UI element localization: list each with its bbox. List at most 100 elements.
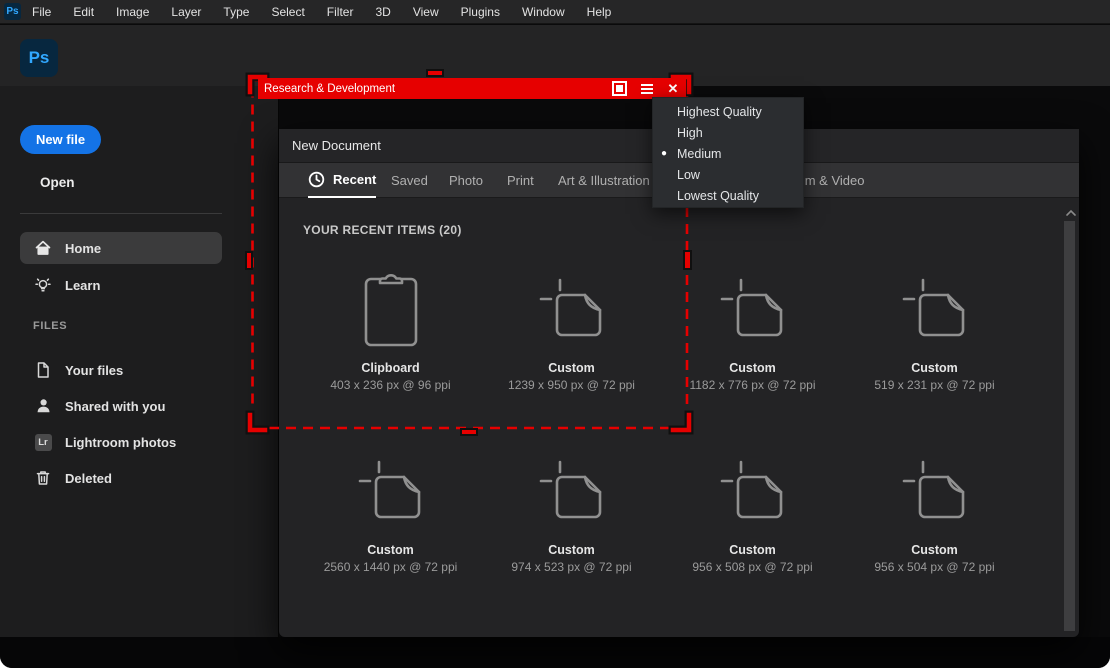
photoshop-window: Ps File Edit Image Layer Type Select Fil…: [0, 0, 1110, 668]
recent-item-name: Custom: [367, 542, 414, 559]
tab-art-illustration[interactable]: Art & Illustration: [558, 163, 650, 198]
menu-image[interactable]: Image: [105, 0, 160, 24]
recent-item-dimensions: 1239 x 950 px @ 72 ppi: [508, 377, 635, 394]
custom-document-icon: [720, 278, 786, 340]
tab-print[interactable]: Print: [507, 163, 534, 198]
recent-items-heading: YOUR RECENT ITEMS (20): [303, 223, 462, 237]
custom-document-icon: [539, 278, 605, 340]
custom-document-icon: [358, 460, 424, 522]
home-sidebar: New file Open Home Learn FILES Your file…: [0, 86, 278, 637]
tab-recent[interactable]: Recent: [308, 163, 376, 198]
capture-window-title: Research & Development: [264, 83, 608, 95]
recent-item-custom[interactable]: Custom 2560 x 1440 px @ 72 ppi: [300, 440, 481, 580]
recent-item-custom[interactable]: Custom 1182 x 776 px @ 72 ppi: [662, 258, 843, 398]
capture-frame-button[interactable]: [608, 78, 630, 99]
recent-item-dimensions: 519 x 231 px @ 72 ppi: [874, 377, 994, 394]
document-icon: [34, 361, 52, 379]
menu-item-label: High: [677, 126, 703, 140]
sidebar-item-home[interactable]: Home: [20, 232, 222, 264]
menu-item-label: Medium: [677, 147, 721, 161]
menu-3d[interactable]: 3D: [364, 0, 401, 24]
capture-close-button[interactable]: ✕: [662, 78, 684, 99]
sidebar-item-label: Shared with you: [65, 399, 165, 414]
sidebar-item-shared-with-you[interactable]: Shared with you: [20, 390, 222, 422]
menu-view[interactable]: View: [402, 0, 450, 24]
files-section-heading: FILES: [33, 320, 67, 332]
menu-bar: Ps File Edit Image Layer Type Select Fil…: [0, 0, 1110, 24]
sidebar-item-label: Your files: [65, 363, 123, 378]
scroll-up-icon[interactable]: [1065, 209, 1077, 217]
capture-menu-button[interactable]: [636, 78, 658, 99]
sidebar-item-deleted[interactable]: Deleted: [20, 462, 222, 494]
menu-select[interactable]: Select: [260, 0, 315, 24]
quality-dropdown-menu: Highest Quality High ● Medium Low Lowest…: [652, 97, 804, 208]
lightroom-icon: Lr: [34, 433, 52, 451]
trash-icon: [34, 469, 52, 487]
menu-type[interactable]: Type: [212, 0, 260, 24]
window-bottom-strip: [0, 637, 1110, 668]
clock-icon: [308, 171, 325, 188]
custom-document-icon: [902, 278, 968, 340]
menu-item-label: Low: [677, 168, 700, 182]
tab-label: Art & Illustration: [558, 173, 650, 188]
custom-document-icon: [720, 460, 786, 522]
tab-label: Print: [507, 173, 534, 188]
tab-label: Photo: [449, 173, 483, 188]
menu-item-highest-quality[interactable]: Highest Quality: [653, 101, 803, 122]
recent-item-dimensions: 403 x 236 px @ 96 ppi: [330, 377, 450, 394]
recent-item-custom[interactable]: Custom 974 x 523 px @ 72 ppi: [481, 440, 662, 580]
recent-item-dimensions: 1182 x 776 px @ 72 ppi: [689, 377, 815, 394]
sidebar-item-label: Lightroom photos: [65, 435, 176, 450]
tab-label: Saved: [391, 173, 428, 188]
dialog-title: New Document: [292, 138, 381, 153]
menu-item-lowest-quality[interactable]: Lowest Quality: [653, 185, 803, 206]
sidebar-item-label: Deleted: [65, 471, 112, 486]
new-file-button[interactable]: New file: [20, 125, 101, 154]
menu-plugins[interactable]: Plugins: [450, 0, 511, 24]
menu-window[interactable]: Window: [511, 0, 576, 24]
home-icon: [34, 239, 52, 257]
custom-document-icon: [539, 460, 605, 522]
sidebar-item-label: Learn: [65, 278, 100, 293]
recent-item-name: Custom: [548, 542, 595, 559]
menu-item-high[interactable]: High: [653, 122, 803, 143]
hamburger-icon: [641, 84, 653, 94]
recent-item-clipboard[interactable]: Clipboard 403 x 236 px @ 96 ppi: [300, 258, 481, 398]
recent-item-dimensions: 2560 x 1440 px @ 72 ppi: [324, 559, 458, 576]
menu-help[interactable]: Help: [576, 0, 623, 24]
clipboard-icon: [364, 271, 418, 347]
photoshop-app-icon: Ps: [4, 3, 21, 20]
menu-item-medium[interactable]: ● Medium: [653, 143, 803, 164]
tab-photo[interactable]: Photo: [449, 163, 483, 198]
sidebar-divider: [20, 213, 222, 214]
recent-item-custom[interactable]: Custom 956 x 508 px @ 72 ppi: [662, 440, 843, 580]
sidebar-item-lightroom-photos[interactable]: Lr Lightroom photos: [20, 426, 222, 458]
scrollbar-thumb[interactable]: [1064, 221, 1075, 631]
recent-item-dimensions: 956 x 504 px @ 72 ppi: [874, 559, 994, 576]
tab-saved[interactable]: Saved: [391, 163, 428, 198]
recent-item-custom[interactable]: Custom 519 x 231 px @ 72 ppi: [844, 258, 1025, 398]
custom-document-icon: [902, 460, 968, 522]
recent-item-name: Custom: [911, 360, 958, 377]
tab-label: Recent: [333, 172, 376, 187]
photoshop-logo: Ps: [20, 39, 58, 77]
menu-layer[interactable]: Layer: [160, 0, 212, 24]
menu-item-low[interactable]: Low: [653, 164, 803, 185]
open-button[interactable]: Open: [20, 171, 95, 194]
capture-window-titlebar[interactable]: Research & Development ✕: [258, 78, 686, 99]
square-icon: [612, 81, 627, 96]
recent-item-name: Custom: [729, 360, 776, 377]
recent-item-name: Clipboard: [361, 360, 419, 377]
menu-filter[interactable]: Filter: [316, 0, 365, 24]
sidebar-item-learn[interactable]: Learn: [20, 269, 222, 301]
selected-radio-icon: ●: [661, 148, 667, 159]
recent-item-custom[interactable]: Custom 956 x 504 px @ 72 ppi: [844, 440, 1025, 580]
recent-item-dimensions: 956 x 508 px @ 72 ppi: [692, 559, 812, 576]
recent-item-custom[interactable]: Custom 1239 x 950 px @ 72 ppi: [481, 258, 662, 398]
recent-item-name: Custom: [911, 542, 958, 559]
sidebar-item-your-files[interactable]: Your files: [20, 354, 222, 386]
menu-edit[interactable]: Edit: [62, 0, 105, 24]
recent-item-name: Custom: [729, 542, 776, 559]
header-band: Ps: [0, 25, 1110, 86]
menu-file[interactable]: File: [21, 0, 62, 24]
